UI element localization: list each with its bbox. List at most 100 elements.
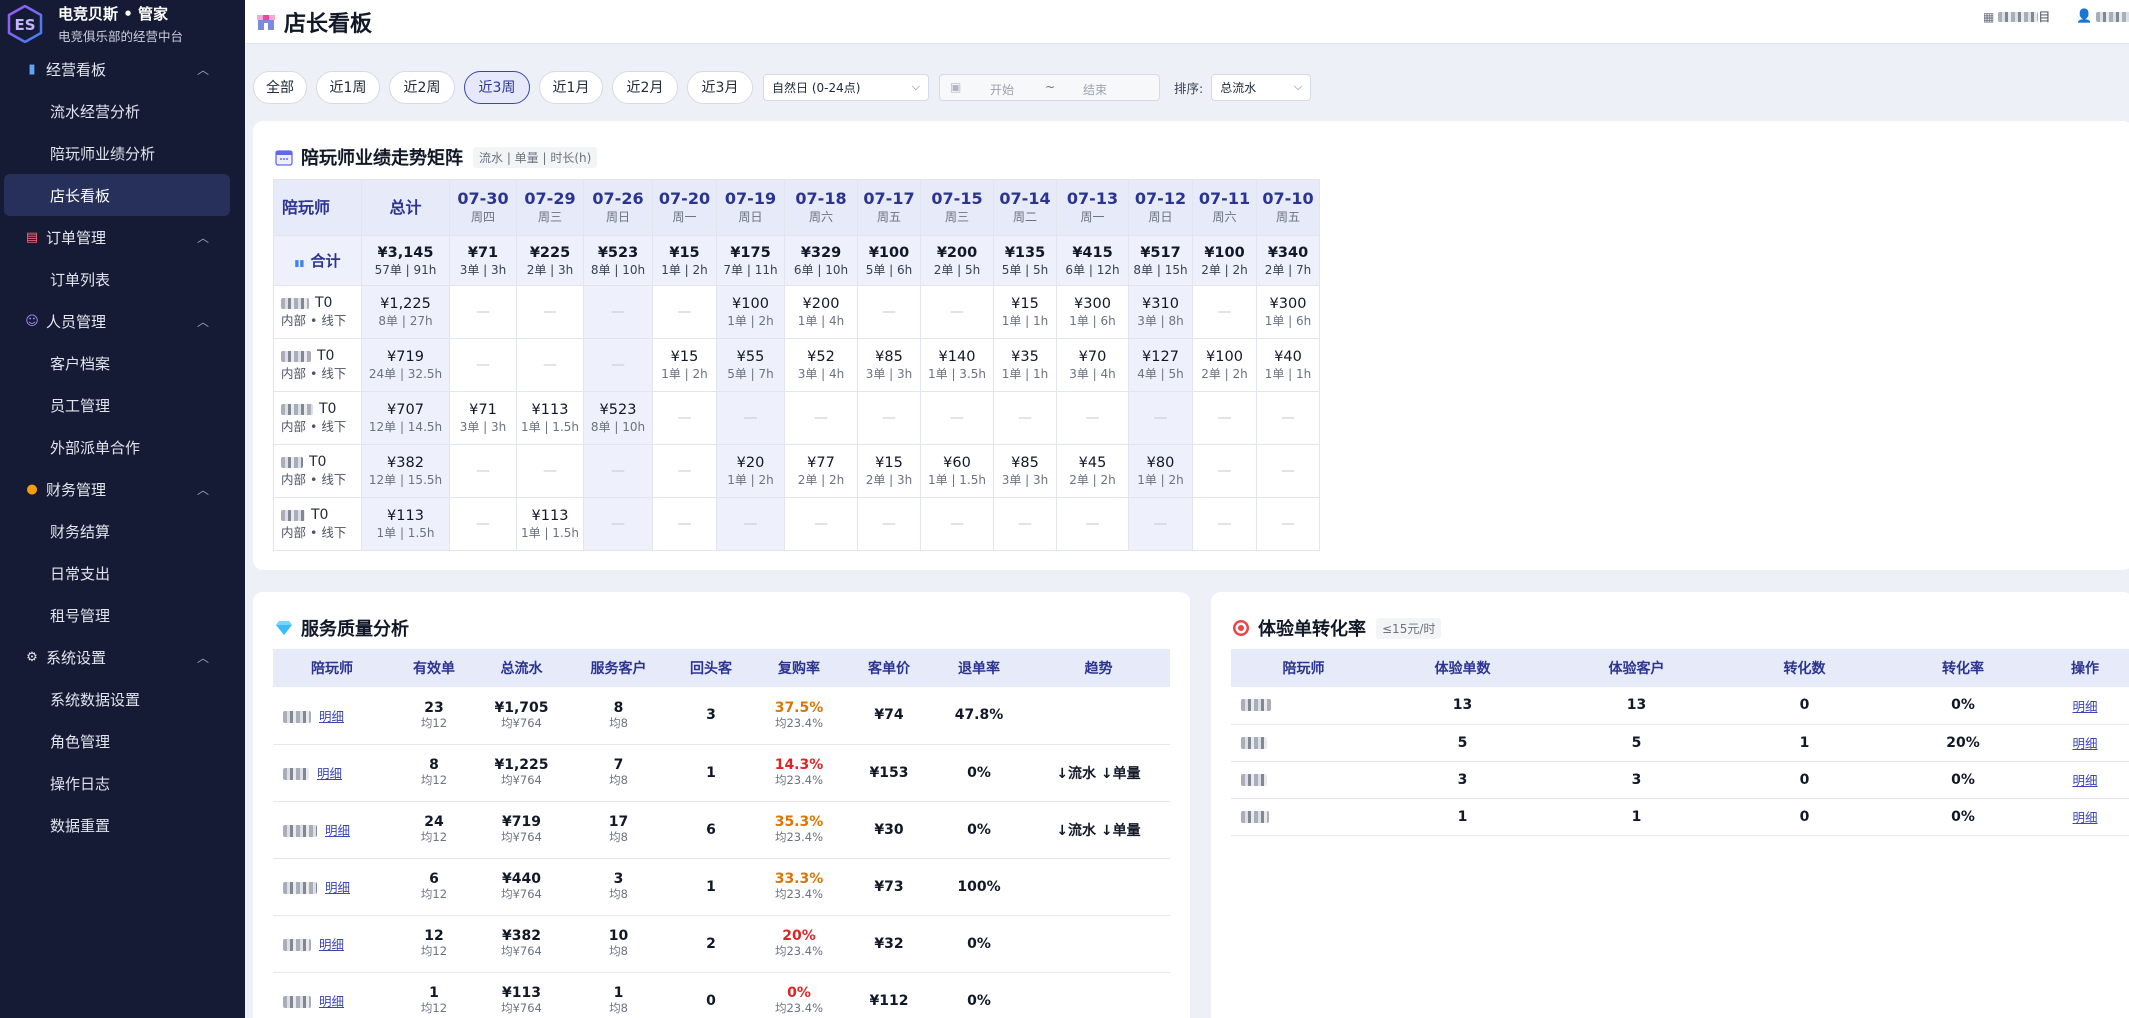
trial-orders-cell: 13	[1376, 687, 1549, 725]
store-switcher[interactable]: ▦ 目	[1983, 8, 2050, 25]
chevron-up-icon: ︿	[196, 651, 209, 665]
sidebar-group[interactable]: ● 财务管理 ︿	[0, 468, 245, 510]
matrix-value-cell: ¥20 1单 | 2h	[716, 444, 785, 498]
sidebar-item[interactable]: 系统数据设置	[0, 678, 245, 720]
range-pill[interactable]: 近1周	[316, 70, 380, 104]
brand-subtitle: 电竞俱乐部的经营中台	[58, 29, 184, 44]
matrix-value-cell: ¥100 1单 | 2h	[716, 285, 785, 339]
player-level: T0	[311, 507, 329, 523]
diamond-icon	[275, 620, 293, 636]
range-pill[interactable]: 近2月	[612, 70, 678, 104]
cell-revenue: ¥200	[802, 296, 840, 312]
conversion-rate-cell: 0%	[1885, 687, 2041, 725]
sidebar-item[interactable]: 订单列表	[0, 258, 245, 300]
matrix-date-header[interactable]: 07-15 周三	[920, 179, 994, 236]
service-row: 明细 6 均12 ¥440 均¥764 3 均8 1 33.3% 均23.4% ¥73 100%	[273, 858, 1170, 916]
detail-link[interactable]: 明细	[319, 994, 344, 1009]
matrix-date-header[interactable]: 07-26 周日	[583, 179, 653, 236]
cell-revenue: ¥300	[1269, 296, 1307, 312]
detail-link[interactable]: 明细	[2072, 810, 2097, 825]
detail-link[interactable]: 明细	[325, 823, 350, 838]
metric-cell: ¥1,705 均¥764	[477, 687, 566, 745]
matrix-date-header[interactable]: 07-19 周日	[716, 179, 785, 236]
day-type-select[interactable]: 自然日 (0-24点) ⌵	[763, 73, 929, 101]
avatar	[283, 768, 309, 780]
metric-average: 均¥764	[501, 887, 542, 901]
sidebar-item[interactable]: 客户档案	[0, 342, 245, 384]
chevron-up-icon: ︿	[196, 231, 209, 245]
matrix-date-header[interactable]: 07-30 周四	[449, 179, 517, 236]
detail-link[interactable]: 明细	[317, 766, 342, 781]
sort-select[interactable]: 总流水 ⌵	[1211, 73, 1312, 101]
matrix-date-header[interactable]: 07-17 周五	[857, 179, 921, 236]
sidebar-group[interactable]: ☺ 人员管理 ︿	[0, 300, 245, 342]
matrix-date-header[interactable]: 07-20 周一	[652, 179, 717, 236]
matrix-date-header[interactable]: 07-29 周三	[516, 179, 584, 236]
sidebar-item[interactable]: 员工管理	[0, 384, 245, 426]
chevron-down-icon: ⌵	[911, 80, 920, 93]
detail-link[interactable]: 明细	[2072, 773, 2097, 788]
end-date-input[interactable]: 结束	[1083, 81, 1107, 98]
player-cell[interactable]: T0 内部 • 线下	[273, 391, 362, 445]
sidebar-item[interactable]: 店长看板	[4, 174, 230, 216]
range-pill[interactable]: 近2周	[389, 70, 455, 104]
sidebar-item[interactable]: 外部派单合作	[0, 426, 245, 468]
sidebar-item[interactable]: 租号管理	[0, 594, 245, 636]
avatar	[281, 456, 303, 468]
sidebar-item[interactable]: 财务结算	[0, 510, 245, 552]
cell-revenue: ¥15	[875, 455, 903, 471]
sidebar-item[interactable]: 陪玩师业绩分析	[0, 132, 245, 174]
sidebar-group[interactable]: ▮ 经营看板 ︿	[0, 48, 245, 90]
matrix-value-cell: ¥382 12单 | 15.5h	[361, 444, 450, 498]
cell-revenue: ¥140	[938, 349, 976, 365]
matrix-empty-cell: —	[583, 444, 653, 498]
detail-link[interactable]: 明细	[2072, 699, 2097, 714]
sidebar-group[interactable]: ▤ 订单管理 ︿	[0, 216, 245, 258]
metric-value: 33.3%	[774, 871, 824, 887]
sidebar-item[interactable]: 数据重置	[0, 804, 245, 846]
matrix-date-header[interactable]: 07-11 周六	[1192, 179, 1257, 236]
start-date-input[interactable]: 开始	[990, 81, 1014, 98]
range-pill[interactable]: 近1月	[539, 70, 603, 104]
range-pill[interactable]: 近3周	[464, 70, 530, 104]
sidebar-group[interactable]: ⚙ 系统设置 ︿	[0, 636, 245, 678]
sidebar-item[interactable]: 角色管理	[0, 720, 245, 762]
matrix-player-row: T0 内部 • 线下 ¥113 1单 | 1.5h — ¥113 1单 | 1.5h — — — —…	[273, 497, 1320, 551]
player-cell[interactable]: T0 内部 • 线下	[273, 285, 362, 339]
player-cell[interactable]: T0 内部 • 线下	[273, 338, 362, 392]
cell-orders-hours: 57单 | 91h	[374, 262, 437, 277]
sidebar-item[interactable]: 操作日志	[0, 762, 245, 804]
date-range-picker[interactable]: ▣ 开始 ~ 结束	[939, 73, 1160, 101]
matrix-value-cell: ¥52 3单 | 4h	[784, 338, 858, 392]
matrix-date-header[interactable]: 07-10 周五	[1256, 179, 1320, 236]
gear-icon: ⚙	[26, 649, 38, 665]
cell-orders-hours: 3单 | 3h	[459, 420, 507, 434]
range-pill[interactable]: 全部	[253, 70, 307, 104]
matrix-value-cell: ¥35 1单 | 1h	[993, 338, 1057, 392]
player-tag: 内部 • 线下	[281, 313, 347, 328]
trend-cell: ↓流水 ↓单量	[1027, 801, 1170, 859]
detail-link[interactable]: 明细	[2072, 736, 2097, 751]
sidebar-item[interactable]: 日常支出	[0, 552, 245, 594]
matrix-date-header[interactable]: 07-13 周一	[1056, 179, 1129, 236]
matrix-date-header[interactable]: 07-14 周二	[993, 179, 1057, 236]
player-cell[interactable]: T0 内部 • 线下	[273, 444, 362, 498]
detail-link[interactable]: 明细	[319, 937, 344, 952]
matrix-total-cell: ¥329 6单 | 10h	[784, 235, 858, 286]
metric-cell: ¥1,225 均¥764	[477, 744, 566, 802]
cell-orders-hours: 1单 | 6h	[1069, 314, 1116, 328]
detail-link[interactable]: 明细	[319, 709, 344, 724]
clipboard-icon: ▤	[25, 229, 39, 245]
metric-value: 23	[424, 699, 444, 716]
matrix-total-cell: ¥225 2单 | 3h	[516, 235, 584, 286]
trial-title-row: 体验单转化率 ≤15元/时	[1232, 615, 1442, 641]
user-menu[interactable]: 👤 目	[2076, 8, 2129, 25]
metric-cell: 6 均12	[391, 858, 477, 916]
matrix-date-header[interactable]: 07-12 周日	[1128, 179, 1193, 236]
sidebar-item[interactable]: 流水经营分析	[0, 90, 245, 132]
player-cell[interactable]: T0 内部 • 线下	[273, 497, 362, 551]
detail-link[interactable]: 明细	[325, 880, 350, 895]
range-pill[interactable]: 近3月	[687, 70, 753, 104]
matrix-date-header[interactable]: 07-18 周六	[784, 179, 858, 236]
metric-average: 均¥764	[501, 715, 542, 730]
